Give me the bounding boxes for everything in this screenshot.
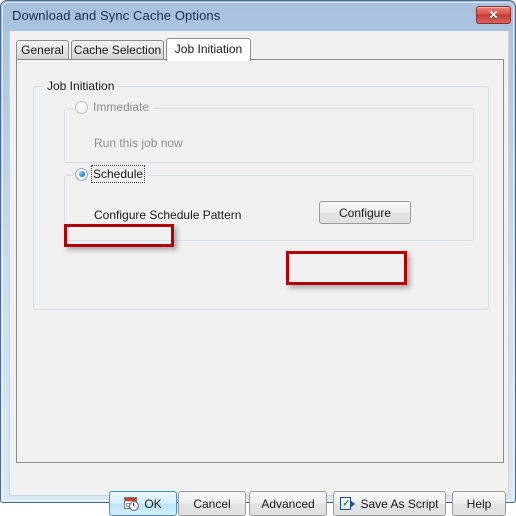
- save-as-script-button[interactable]: ✓ Save As Script: [333, 491, 446, 516]
- configure-button[interactable]: Configure: [319, 201, 411, 224]
- radio-schedule[interactable]: Schedule: [73, 165, 148, 183]
- tab-job-initiation[interactable]: Job Initiation: [166, 38, 251, 61]
- dialog-window: Download and Sync Cache Options ✕ Genera…: [0, 0, 516, 516]
- tab-general[interactable]: General: [16, 40, 69, 60]
- groupbox-schedule: Schedule Configure Schedule Pattern Conf…: [64, 165, 474, 241]
- cancel-button[interactable]: Cancel: [178, 491, 246, 516]
- radio-immediate-indicator[interactable]: [75, 100, 88, 114]
- ok-button[interactable]: OK: [109, 491, 177, 516]
- dialog-button-bar: OK Cancel Advanced ✓ Save As Script Help: [10, 469, 510, 516]
- groupbox-immediate: Immediate Run this job now: [64, 100, 474, 163]
- dialog-client-area: General Cache Selection Job Initiation J…: [9, 31, 510, 516]
- close-button[interactable]: ✕: [476, 6, 511, 24]
- script-document-icon: ✓: [340, 496, 356, 511]
- ok-button-label: OK: [144, 496, 162, 511]
- radio-schedule-indicator[interactable]: [75, 167, 88, 181]
- save-as-script-button-label: Save As Script: [360, 496, 439, 511]
- tab-page-job-initiation: Job Initiation Immediate Run this job no…: [16, 59, 504, 463]
- title-bar[interactable]: Download and Sync Cache Options ✕: [1, 1, 516, 31]
- groupbox-job-initiation: Job Initiation Immediate Run this job no…: [33, 79, 489, 310]
- window-title: Download and Sync Cache Options: [12, 8, 221, 23]
- close-icon: ✕: [488, 8, 499, 22]
- radio-immediate[interactable]: Immediate: [73, 100, 154, 114]
- tab-strip: General Cache Selection Job Initiation: [16, 38, 496, 61]
- immediate-description: Run this job now: [94, 136, 183, 150]
- groupbox-job-initiation-title: Job Initiation: [43, 79, 119, 93]
- radio-schedule-label: Schedule: [90, 165, 146, 183]
- tab-cache-selection[interactable]: Cache Selection: [71, 40, 164, 60]
- advanced-button[interactable]: Advanced: [249, 491, 327, 516]
- schedule-description: Configure Schedule Pattern: [94, 208, 242, 222]
- help-button[interactable]: Help: [452, 491, 506, 516]
- calendar-clock-icon: [124, 496, 140, 511]
- radio-immediate-label: Immediate: [93, 100, 150, 114]
